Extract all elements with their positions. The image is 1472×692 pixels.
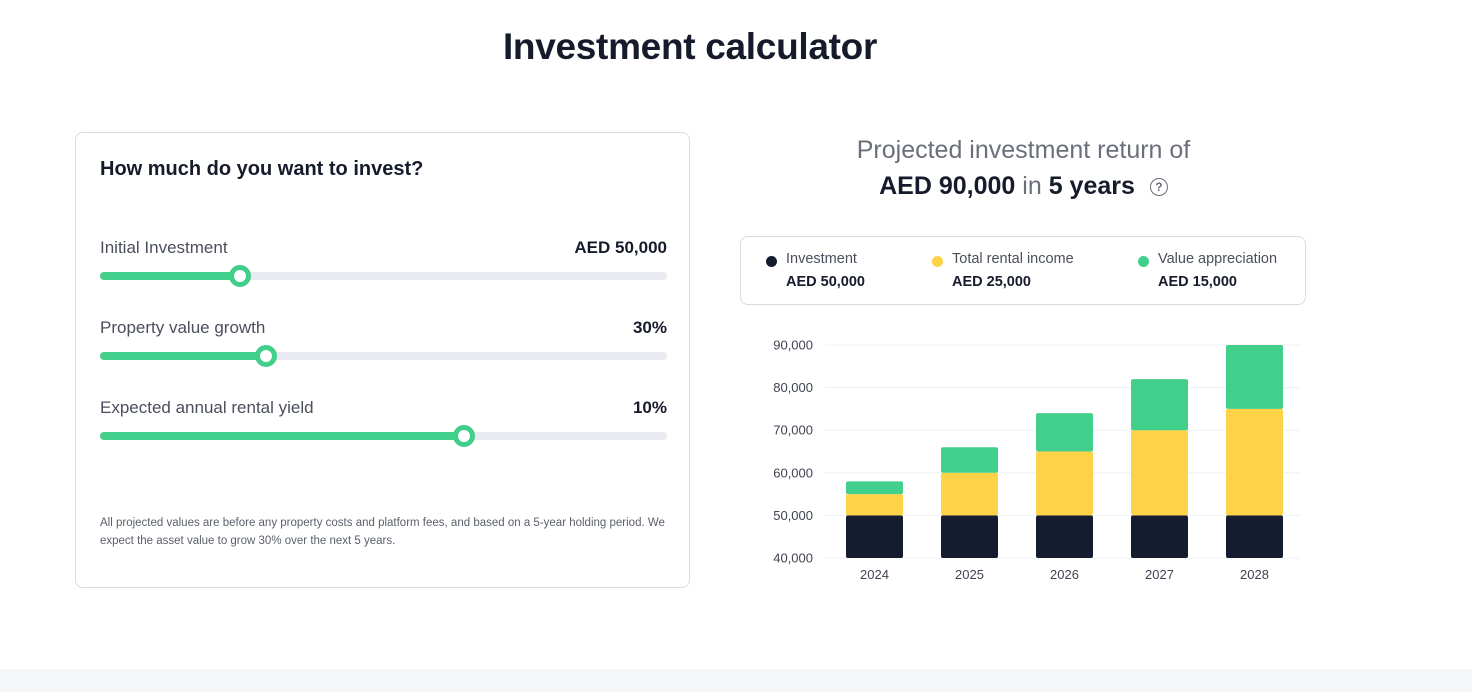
projected-return-label: Projected investment return of [856, 136, 1191, 164]
rental-yield-slider-row: Expected annual rental yield 10% [100, 398, 667, 458]
projected-return-summary: AED 90,000 in 5 years ? [740, 172, 1307, 201]
x-tick-label: 2025 [955, 567, 984, 582]
rental-yield-slider[interactable] [100, 425, 667, 447]
projected-return-amount: AED 90,000 [879, 172, 1016, 200]
bar-investment-2025 [941, 515, 998, 558]
bar-total-rental-income-2027 [1131, 430, 1188, 516]
bar-investment-2027 [1131, 515, 1188, 558]
bar-total-rental-income-2026 [1036, 451, 1093, 516]
bar-investment-2024 [846, 515, 903, 558]
bar-value-appreciation-2024 [846, 481, 903, 495]
initial-investment-value: AED 50,000 [574, 238, 667, 257]
y-tick-label: 70,000 [773, 423, 813, 438]
y-tick-label: 40,000 [773, 551, 813, 566]
rental-yield-label: Expected annual rental yield [100, 398, 314, 417]
calculator-heading: How much do you want to invest? [100, 158, 424, 180]
property-growth-slider[interactable] [100, 345, 667, 367]
property-growth-value: 30% [632, 318, 667, 337]
y-tick-label: 60,000 [773, 465, 813, 480]
projection-bar-chart: 40,000 50,000 60,000 70,000 80,000 90,000 2024… [773, 338, 1300, 582]
bar-total-rental-income-2024 [846, 494, 903, 516]
bar-value-appreciation-2028 [1226, 345, 1283, 409]
bar-investment-2026 [1036, 515, 1093, 558]
legend-name-rental-income: Total rental income [952, 251, 1074, 267]
bar-total-rental-income-2028 [1226, 408, 1283, 516]
footer-band [0, 669, 1472, 692]
rental-yield-slider-fill [100, 432, 464, 440]
property-growth-slider-row: Property value growth 30% [100, 318, 667, 378]
legend-amount-value-appreciation: AED 15,000 [1158, 274, 1237, 290]
y-tick-label: 80,000 [773, 380, 813, 395]
y-tick-label: 90,000 [773, 338, 813, 353]
legend-dot-investment [766, 256, 777, 267]
legend-dot-rental-income [932, 256, 943, 267]
bar-value-appreciation-2027 [1131, 379, 1188, 431]
bar-value-appreciation-2025 [941, 447, 998, 473]
property-growth-slider-fill [100, 352, 267, 360]
projected-return-in: in [1022, 172, 1042, 200]
x-tick-label: 2024 [860, 567, 889, 582]
bar-investment-2028 [1226, 515, 1283, 558]
property-growth-slider-thumb[interactable] [255, 345, 278, 367]
x-tick-label: 2027 [1145, 567, 1174, 582]
initial-investment-label: Initial Investment [100, 238, 228, 257]
rental-yield-slider-thumb[interactable] [453, 425, 475, 447]
legend-amount-investment: AED 50,000 [786, 274, 865, 290]
initial-investment-slider-row: Initial Investment AED 50,000 [100, 238, 667, 298]
bar-value-appreciation-2026 [1036, 413, 1093, 452]
initial-investment-slider[interactable] [100, 265, 667, 287]
bar-total-rental-income-2025 [941, 472, 998, 516]
page-title: Investment calculator [502, 26, 878, 67]
question-circle-icon[interactable]: ? [1149, 178, 1168, 196]
y-tick-label: 50,000 [773, 508, 813, 523]
property-growth-label: Property value growth [100, 318, 266, 337]
legend-dot-value-appreciation [1138, 256, 1149, 267]
rental-yield-value: 10% [632, 398, 667, 417]
chart-legend: Investment AED 50,000 Total rental incom… [740, 236, 1306, 305]
disclaimer-text: All projected values are before any prop… [100, 517, 665, 547]
legend-name-investment: Investment [786, 251, 857, 267]
projected-return-period: 5 years [1048, 172, 1135, 200]
initial-investment-slider-fill [100, 272, 241, 280]
legend-name-value-appreciation: Value appreciation [1158, 251, 1278, 267]
calculator-card: How much do you want to invest? Initial … [75, 132, 690, 588]
x-tick-label: 2026 [1050, 567, 1079, 582]
initial-investment-slider-thumb[interactable] [229, 265, 252, 287]
x-tick-label: 2028 [1240, 567, 1269, 582]
legend-amount-rental-income: AED 25,000 [952, 274, 1031, 290]
